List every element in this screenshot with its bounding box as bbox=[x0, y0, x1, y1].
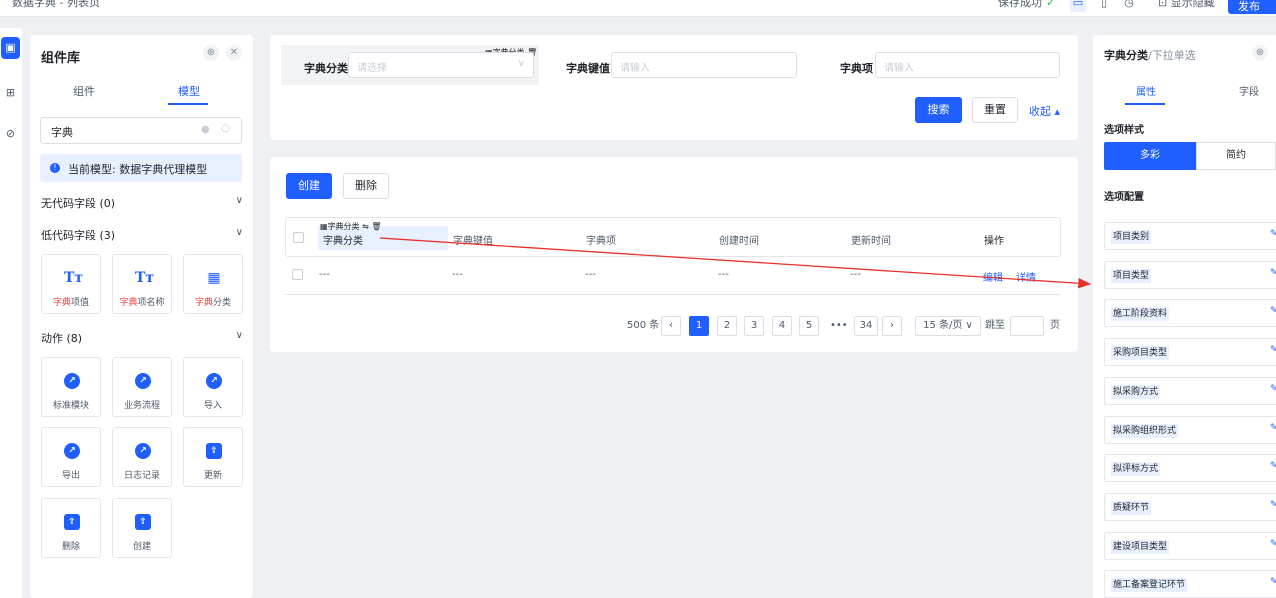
annotation-arrow bbox=[379, 237, 1092, 289]
